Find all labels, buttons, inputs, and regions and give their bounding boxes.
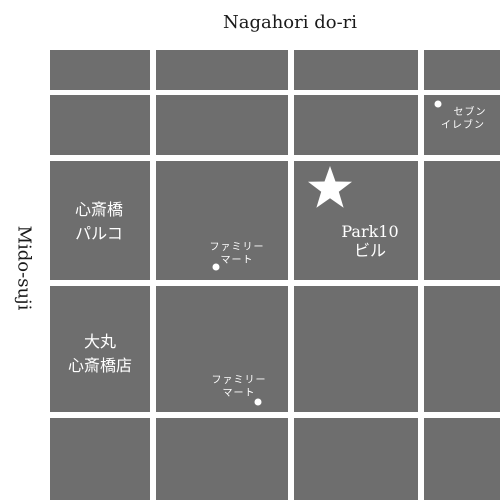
place-label-seven-eleven: セブン イレブン [441, 107, 487, 131]
city-block [156, 50, 288, 90]
place-label-daimaru: 大丸 心斎橋店 [67, 332, 133, 375]
place-label-park10: Park10 ビル [341, 222, 399, 260]
dot-icon [254, 398, 262, 406]
city-block [294, 95, 418, 155]
city-block [50, 95, 150, 155]
city-block [294, 50, 418, 90]
map: Nagahori do-ri Mido-suji 心斎橋 パルコ 大丸 心斎橋店… [0, 0, 500, 500]
city-block [294, 418, 418, 500]
star-icon [308, 166, 352, 208]
city-block [424, 286, 500, 412]
place-label-family-mart: ファミリー マート [211, 375, 267, 399]
place-label-shinsaibashi-parco: 心斎橋 パルコ [74, 200, 124, 243]
city-block [424, 50, 500, 90]
dot-icon [212, 263, 220, 271]
road-label-nagahori: Nagahori do-ri [222, 12, 358, 33]
city-block [50, 418, 150, 500]
city-block [294, 286, 418, 412]
city-block [156, 95, 288, 155]
city-block [424, 161, 500, 280]
road-label-mido-suji: Mido-suji [13, 225, 35, 311]
city-block [424, 418, 500, 500]
city-block [156, 418, 288, 500]
city-block [50, 50, 150, 90]
